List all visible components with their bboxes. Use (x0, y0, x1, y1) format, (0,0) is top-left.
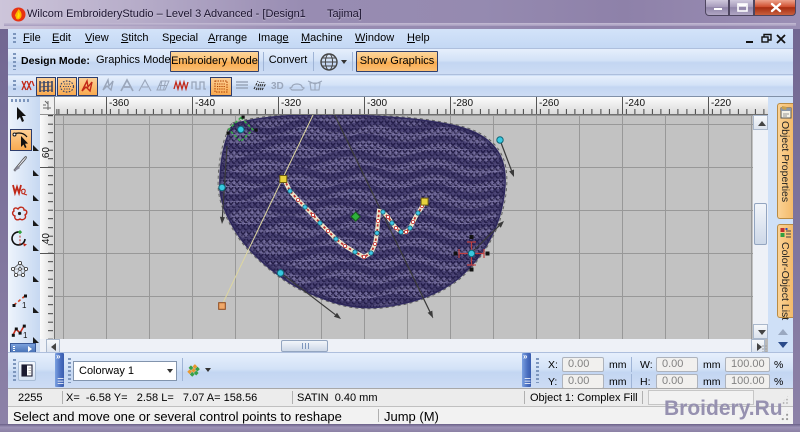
svg-text:1: 1 (23, 331, 28, 340)
svg-text:1: 1 (22, 301, 27, 310)
svg-text:3D: 3D (271, 81, 284, 92)
